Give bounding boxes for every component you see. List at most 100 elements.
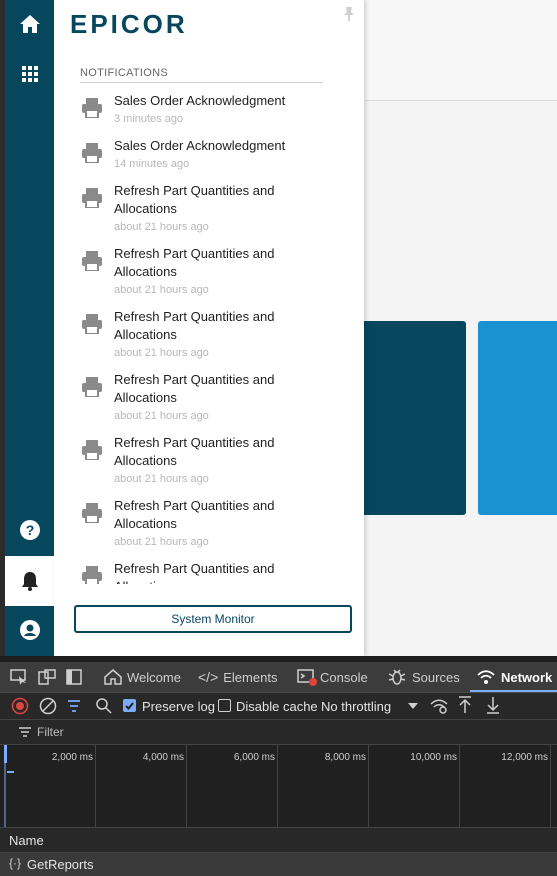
network-conditions-icon[interactable] [429,697,449,715]
table-row[interactable]: {·} GetReports [0,853,557,876]
inspect-element-button[interactable] [10,662,28,692]
nav-rail: ? [5,0,54,656]
system-monitor-button[interactable]: System Monitor [74,605,352,633]
printer-icon [82,98,102,118]
throttling-select[interactable]: No throttling [321,699,391,714]
svg-text:?: ? [25,522,34,538]
timeline-gridline [368,745,369,827]
tab-console[interactable]: Console [297,662,368,692]
download-icon[interactable] [485,696,501,714]
account-button[interactable] [5,606,54,654]
help-button[interactable]: ? [5,506,54,554]
filter-input[interactable]: Filter [37,725,64,739]
printer-icon [82,143,102,163]
timeline-gridline [186,745,187,827]
request-name: GetReports [27,857,94,872]
dock-button[interactable] [66,662,82,692]
timeline-tick-label: 8,000 ms [324,752,366,763]
notifications-header: NOTIFICATIONS [80,67,323,83]
tab-sources[interactable]: Sources [388,662,460,692]
tab-network-label: Network [501,669,553,685]
code-icon: </> [198,669,219,685]
timeline-tick-label: 10,000 ms [410,752,457,763]
printer-icon [82,251,102,271]
disable-cache-checkbox[interactable] [218,699,231,712]
epicor-app: ? EPICOR NOTIFICATIONS Sales Order Ackno… [0,0,557,656]
notification-time: about 21 hours ago [114,347,209,359]
tab-welcome-label: Welcome [127,669,181,685]
preserve-log-label: Preserve log [142,699,215,714]
chevron-down-icon[interactable] [407,702,419,710]
notification-time: 3 minutes ago [114,113,184,125]
tab-welcome[interactable]: Welcome [104,662,181,692]
bell-icon [21,572,38,591]
notification-time: about 21 hours ago [114,473,209,485]
timeline-tick-label: 2,000 ms [51,752,93,763]
search-icon[interactable] [95,697,113,715]
checkmark-icon [125,702,134,710]
network-filter-bar: Filter [0,720,557,745]
epicor-logo: EPICOR [70,9,188,39]
tab-elements[interactable]: </> Elements [198,662,277,692]
timeline-gridline [459,745,460,827]
printer-icon [82,440,102,460]
printer-icon [82,314,102,334]
timeline-gridline [95,745,96,827]
timeline-request-bar [7,771,14,773]
tab-console-label: Console [320,669,368,685]
bug-icon [388,669,406,685]
disable-cache-label: Disable cache [236,699,318,714]
home-icon [19,15,40,33]
home-button[interactable] [5,0,54,48]
filter-settings-icon[interactable] [66,697,84,715]
notifications-button[interactable] [5,556,54,606]
house-icon [104,669,122,685]
svg-text:EPICOR: EPICOR [70,9,188,39]
preserve-log-checkbox[interactable] [123,699,136,712]
devtools-tabbar: Welcome </> Elements Console Sources Net… [0,662,557,693]
user-icon [19,620,40,640]
device-toolbar-button[interactable] [38,662,56,692]
upload-icon[interactable] [457,696,473,714]
printer-icon [82,188,102,208]
notification-title: Refresh Part Quantities and Allocations [114,498,275,531]
timeline-tick-label: 6,000 ms [233,752,275,763]
notification-title: Sales Order Acknowledgment [114,138,286,153]
network-timeline-overview[interactable]: 2,000 ms 4,000 ms 6,000 ms 8,000 ms 10,0… [0,745,557,828]
background-tile [478,321,557,515]
notification-title: Refresh Part Quantities and Allocations [114,246,275,279]
printer-icon [82,377,102,397]
notification-time: about 21 hours ago [114,536,209,548]
timeline-gridline [550,745,551,827]
tab-elements-label: Elements [223,669,278,685]
network-table-header: Name [0,828,557,853]
notification-list: Sales Order Acknowledgment 3 minutes ago… [54,92,364,584]
clear-icon[interactable] [39,697,57,715]
help-icon: ? [19,520,40,540]
timeline-cursor [4,745,6,827]
timeline-tick-label: 12,000 ms [501,752,548,763]
pin-icon[interactable] [342,6,356,22]
apps-button[interactable] [5,50,54,98]
name-column-header[interactable]: Name [9,833,44,848]
notification-time: 14 minutes ago [114,158,190,170]
notification-time: about 21 hours ago [114,410,209,422]
inspect-icon [10,669,26,685]
tab-network[interactable]: Network [470,662,557,692]
network-toolbar: Preserve log Disable cache No throttling [0,693,557,720]
console-icon [297,669,317,686]
devtools-panel: Welcome </> Elements Console Sources Net… [0,656,557,876]
panel-icon [66,669,82,685]
notification-title: Refresh Part Quantities and Allocations [114,183,275,216]
notification-time: about 21 hours ago [114,284,209,296]
timeline-gridline [277,745,278,827]
xhr-icon: {·} [9,856,22,870]
notifications-panel: EPICOR NOTIFICATIONS Sales Order Acknowl… [54,0,364,656]
record-icon[interactable] [11,697,29,715]
notification-title: Refresh Part Quantities and Allocations [114,309,275,342]
printer-icon [82,566,102,584]
notification-title: Refresh Part Quantities and Allocations [114,561,275,584]
background-tile [358,321,466,515]
printer-icon [82,503,102,523]
notification-time: about 21 hours ago [114,221,209,233]
